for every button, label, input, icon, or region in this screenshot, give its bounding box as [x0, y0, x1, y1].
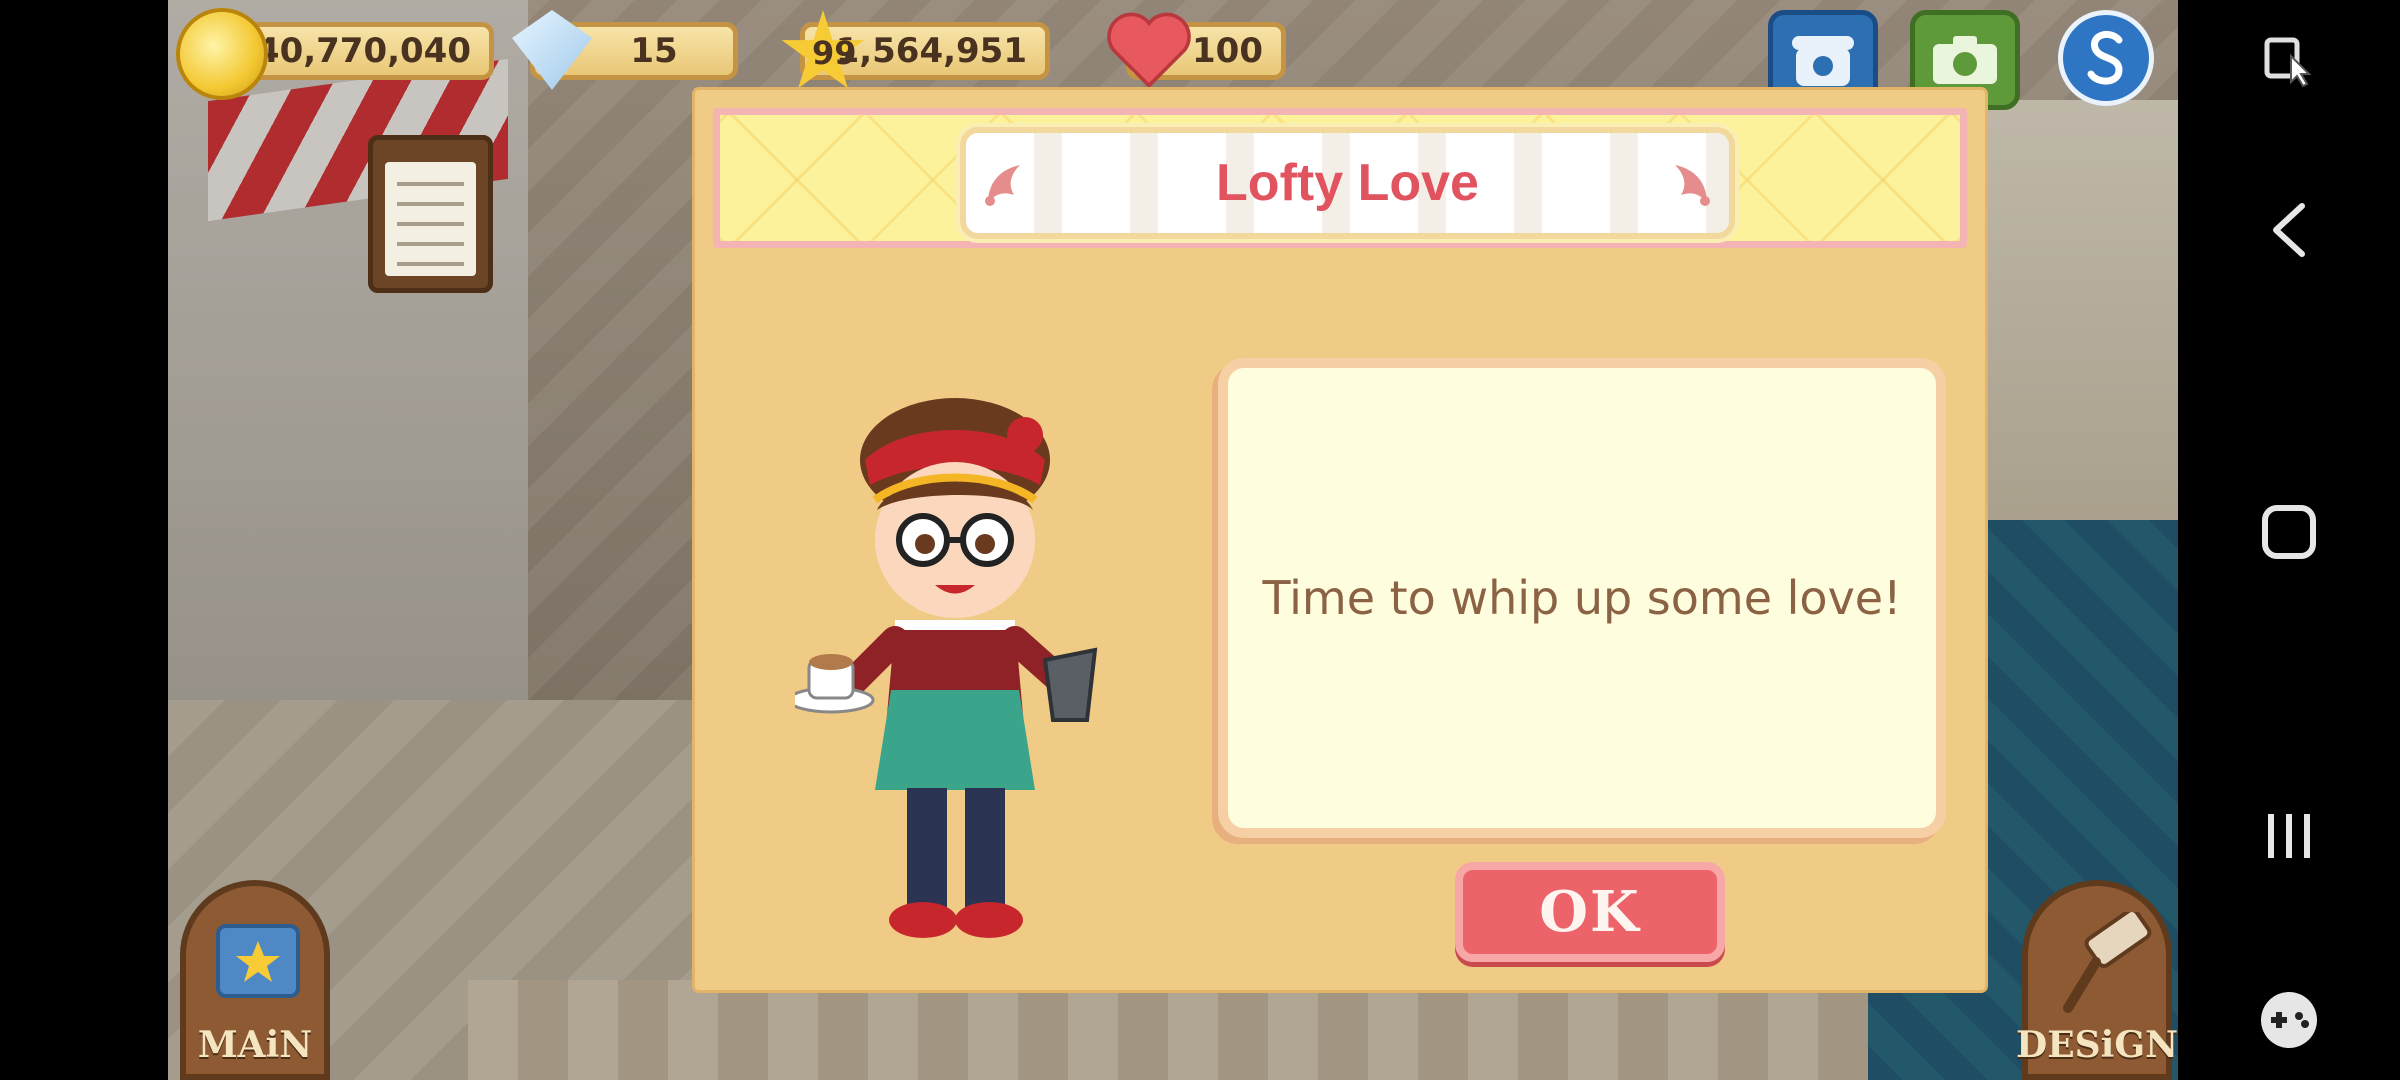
recipe-book-icon [216, 924, 300, 998]
system-navigation-bar [2178, 0, 2400, 1080]
social-icon [2087, 30, 2123, 85]
home-icon [2262, 505, 2316, 559]
home-button[interactable] [2178, 492, 2400, 572]
message-box: Time to whip up some love! [1218, 358, 1946, 838]
clipboard-icon [385, 162, 476, 276]
phone-icon [1792, 36, 1854, 86]
main-button[interactable]: MAiN [180, 880, 330, 1080]
dialog-message: Time to whip up some love! [1262, 571, 1902, 625]
counter-floor [468, 980, 1868, 1080]
game-tools-button[interactable] [2178, 980, 2400, 1060]
dialog-title: Lofty Love [1216, 154, 1479, 212]
back-icon [2273, 203, 2305, 257]
level-value: 99 [812, 34, 857, 72]
ok-label: OK [1539, 879, 1641, 945]
dialog-header: Lofty Love [713, 108, 1967, 248]
flourish-right-icon [1675, 165, 1710, 206]
title-plate: Lofty Love [960, 127, 1735, 239]
social-button[interactable] [2058, 10, 2154, 106]
xp-value: 1,564,951 [835, 31, 1027, 71]
recents-button[interactable] [2178, 796, 2400, 876]
main-label: MAiN [197, 1024, 313, 1066]
ok-button[interactable]: OK [1455, 862, 1725, 962]
gems-value: 15 [630, 31, 678, 71]
coin-icon [176, 8, 268, 100]
gamepad-icon [2261, 992, 2317, 1048]
hearts-value: 100 [1192, 31, 1263, 71]
paint-roller-icon [2063, 912, 2152, 1013]
coins-value: 40,770,040 [255, 31, 471, 71]
camera-icon [1933, 36, 1997, 84]
game-scene[interactable]: 40,770,040 15 1,564,951 99 100 MAiN DESi… [168, 0, 2178, 1080]
design-label: DESiGN [2016, 1024, 2178, 1066]
screen-assist-button[interactable] [2178, 20, 2400, 100]
character-dialog: Lofty Love Time to whip up some love! OK [695, 90, 1985, 990]
back-button[interactable] [2178, 190, 2400, 270]
flourish-left-icon [985, 165, 1020, 206]
design-button[interactable]: DESiGN [2016, 880, 2178, 1080]
clipboard-button[interactable] [368, 135, 493, 293]
recents-icon [2268, 814, 2310, 858]
barista-character [795, 398, 1098, 938]
heart-icon [1104, 10, 1194, 90]
screen-assist-icon [2264, 37, 2312, 88]
